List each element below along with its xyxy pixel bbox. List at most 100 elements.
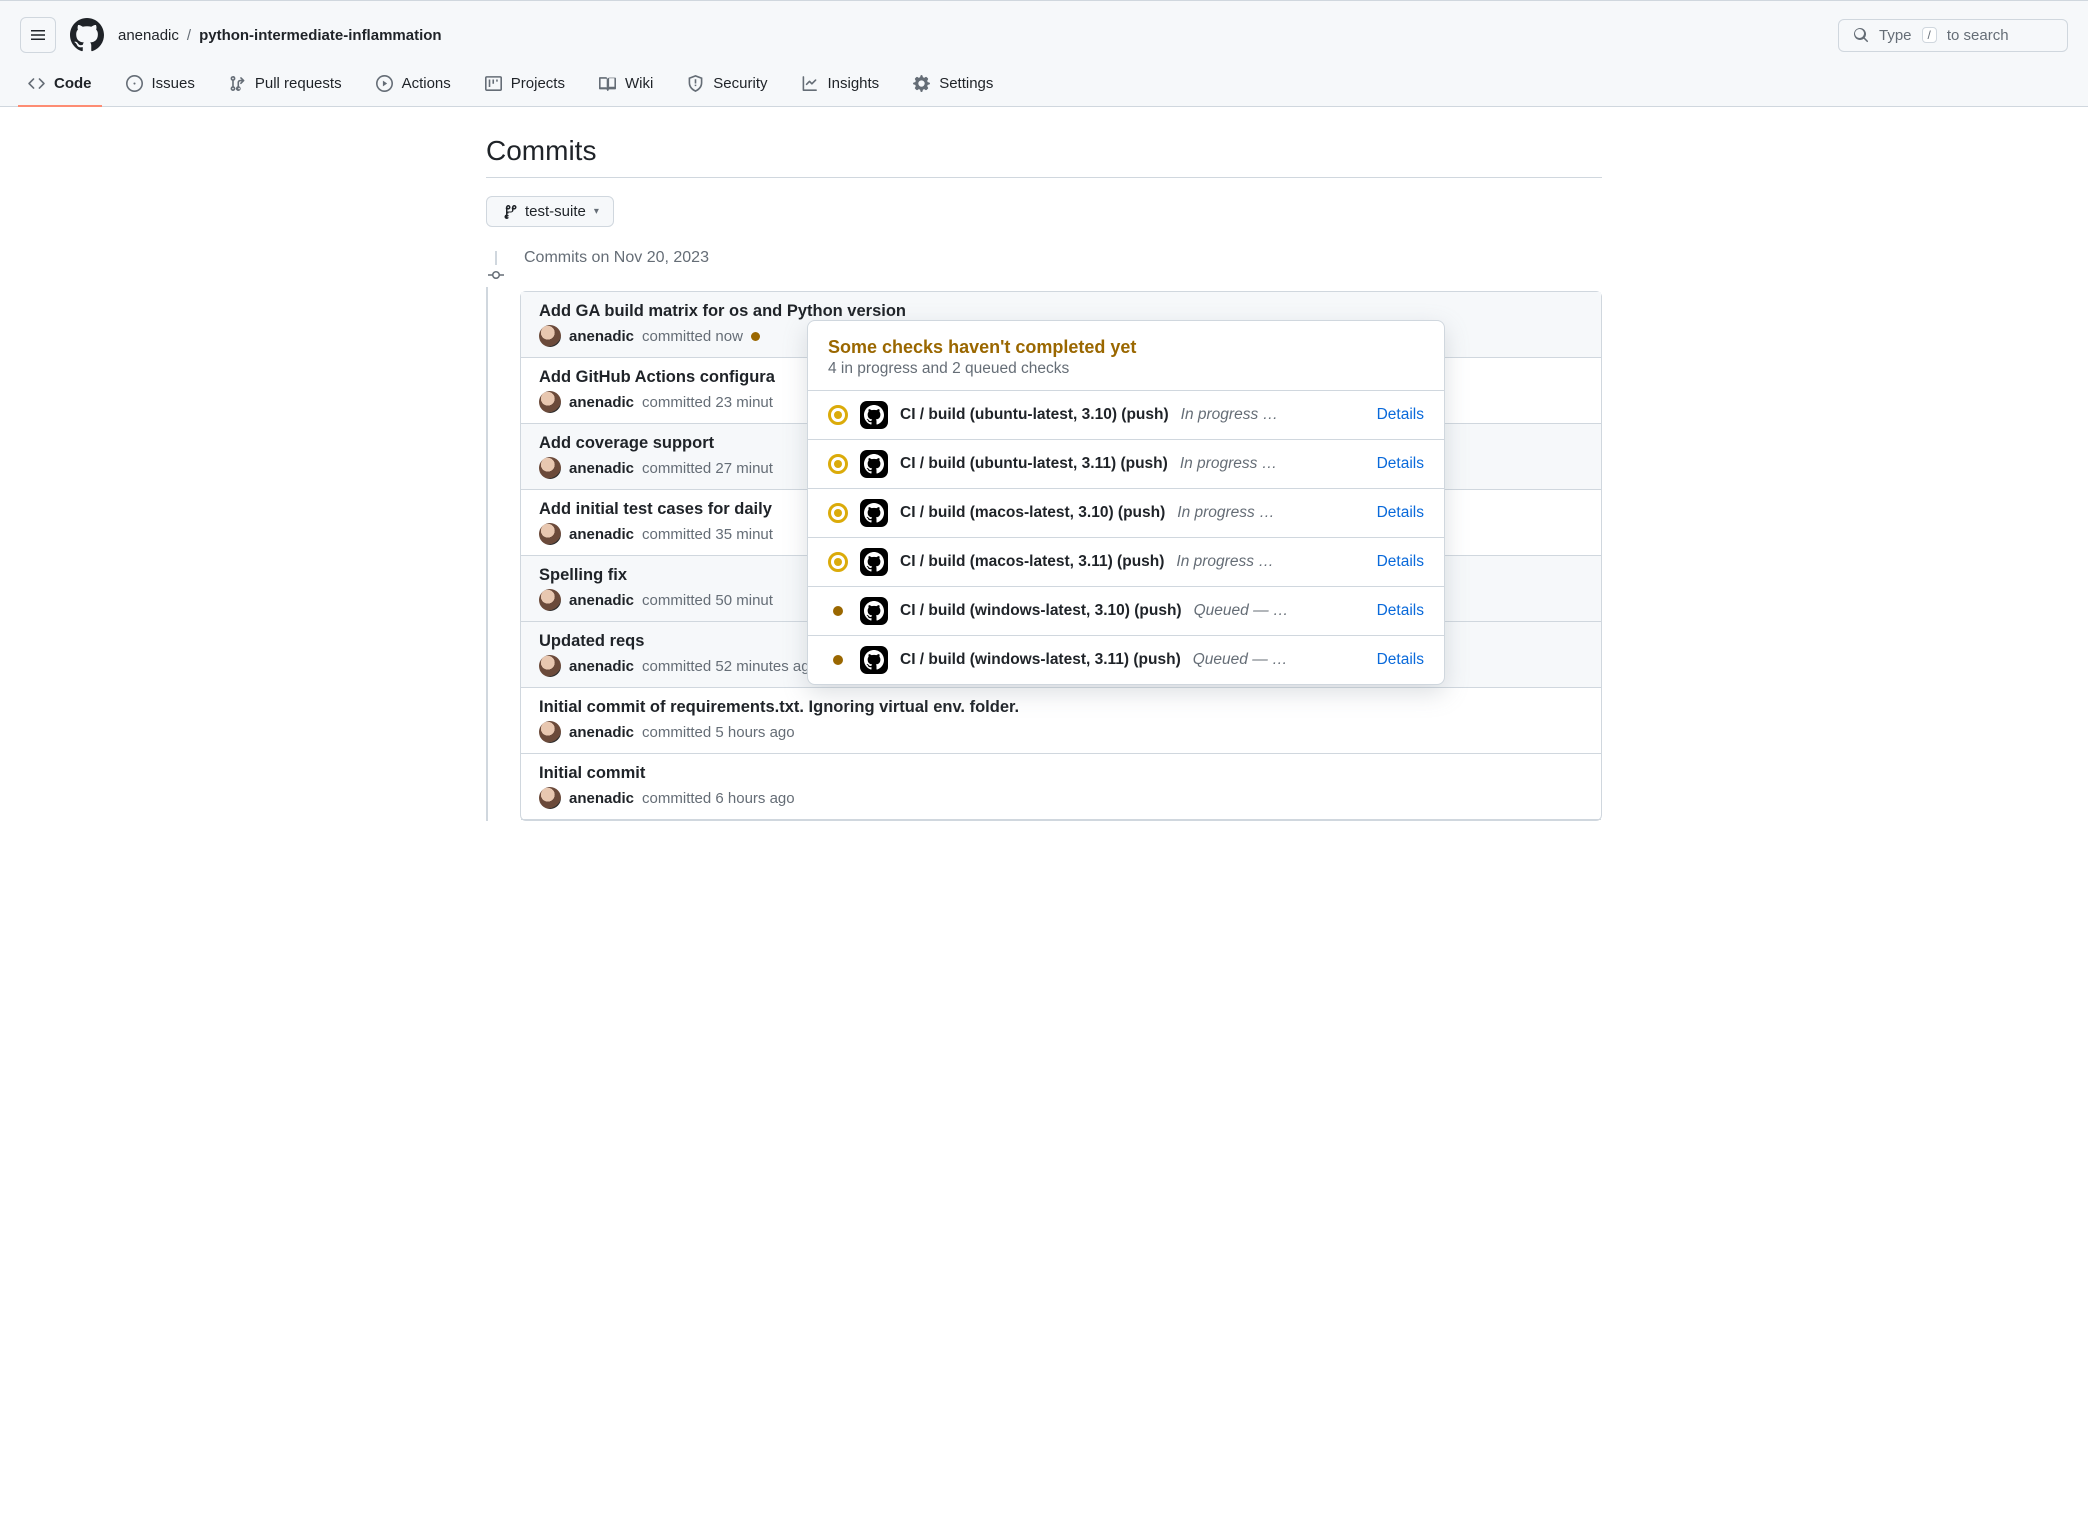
- check-status-text: Queued — …: [1194, 602, 1365, 620]
- check-details-link[interactable]: Details: [1377, 553, 1424, 571]
- check-row: CI / build (macos-latest, 3.11) (push) In…: [808, 537, 1444, 586]
- check-status-text: In progress …: [1176, 553, 1364, 571]
- tab-issues[interactable]: Issues: [112, 65, 209, 106]
- actions-icon: [376, 75, 393, 92]
- tab-insights[interactable]: Insights: [787, 65, 893, 106]
- tab-projects[interactable]: Projects: [471, 65, 579, 106]
- check-status-text: In progress …: [1177, 504, 1364, 522]
- check-name[interactable]: CI / build (macos-latest, 3.11) (push): [900, 553, 1164, 571]
- check-name[interactable]: CI / build (ubuntu-latest, 3.10) (push): [900, 406, 1169, 424]
- github-actions-icon: [860, 401, 888, 429]
- commit-author[interactable]: anenadic: [569, 724, 634, 741]
- shield-icon: [687, 75, 704, 92]
- github-logo-icon[interactable]: [70, 18, 104, 52]
- search-input[interactable]: Type / to search: [1838, 19, 2068, 52]
- commit-item[interactable]: Initial commit anenadic committed 6 hours …: [521, 754, 1601, 820]
- branch-selector[interactable]: test-suite ▾: [486, 196, 614, 227]
- spinner-icon: [828, 405, 848, 425]
- search-icon: [1853, 27, 1869, 43]
- avatar[interactable]: [539, 787, 561, 809]
- commit-author[interactable]: anenadic: [569, 658, 634, 675]
- spinner-icon: [828, 552, 848, 572]
- check-details-link[interactable]: Details: [1377, 602, 1424, 620]
- breadcrumb-separator: /: [187, 27, 191, 44]
- commit-title[interactable]: Initial commit: [539, 764, 1583, 783]
- chevron-down-icon: ▾: [594, 206, 599, 217]
- check-details-link[interactable]: Details: [1377, 455, 1424, 473]
- commit-item[interactable]: Initial commit of requirements.txt. Igno…: [521, 688, 1601, 754]
- avatar[interactable]: [539, 655, 561, 677]
- check-status-text: In progress …: [1181, 406, 1365, 424]
- avatar[interactable]: [539, 589, 561, 611]
- commit-time: committed 5 hours ago: [642, 724, 795, 741]
- avatar[interactable]: [539, 523, 561, 545]
- avatar[interactable]: [539, 391, 561, 413]
- github-actions-icon: [860, 646, 888, 674]
- commit-time: committed 50 minut: [642, 592, 773, 609]
- check-row: CI / build (macos-latest, 3.10) (push) In…: [808, 488, 1444, 537]
- code-icon: [28, 75, 45, 92]
- queued-dot-icon: [833, 606, 843, 616]
- check-details-link[interactable]: Details: [1377, 504, 1424, 522]
- breadcrumb: anenadic / python-intermediate-inflammat…: [118, 27, 442, 44]
- commit-time: committed 23 minut: [642, 394, 773, 411]
- menu-button[interactable]: [20, 17, 56, 53]
- timeline-commit-icon: [488, 267, 504, 283]
- popover-title: Some checks haven't completed yet: [828, 337, 1424, 358]
- avatar[interactable]: [539, 721, 561, 743]
- avatar[interactable]: [539, 457, 561, 479]
- branch-icon: [501, 204, 517, 220]
- commit-time: committed now: [642, 328, 743, 345]
- popover-subtitle: 4 in progress and 2 queued checks: [828, 360, 1424, 378]
- check-status-text: Queued — …: [1193, 651, 1365, 669]
- commit-meta: anenadic committed 5 hours ago: [539, 721, 1583, 743]
- commit-time: committed 52 minutes ago: [642, 658, 818, 675]
- pull-request-icon: [229, 75, 246, 92]
- spinner-icon: [828, 503, 848, 523]
- avatar[interactable]: [539, 325, 561, 347]
- commit-time: committed 6 hours ago: [642, 790, 795, 807]
- commit-author[interactable]: anenadic: [569, 526, 634, 543]
- commits-date-heading: Commits on Nov 20, 2023: [524, 249, 709, 267]
- check-name[interactable]: CI / build (macos-latest, 3.10) (push): [900, 504, 1165, 522]
- check-row: CI / build (windows-latest, 3.11) (push)…: [808, 635, 1444, 684]
- commit-list: Add GA build matrix for os and Python ve…: [520, 291, 1602, 821]
- check-details-link[interactable]: Details: [1377, 651, 1424, 669]
- repo-link[interactable]: python-intermediate-inflammation: [199, 27, 442, 44]
- commit-time: committed 27 minut: [642, 460, 773, 477]
- branch-name: test-suite: [525, 203, 586, 220]
- commit-time: committed 35 minut: [642, 526, 773, 543]
- commit-author[interactable]: anenadic: [569, 592, 634, 609]
- ci-status-icon[interactable]: [751, 332, 760, 341]
- spinner-icon: [828, 454, 848, 474]
- commit-title[interactable]: Initial commit of requirements.txt. Igno…: [539, 698, 1583, 717]
- tab-code[interactable]: Code: [14, 65, 106, 106]
- tab-pull-requests[interactable]: Pull requests: [215, 65, 356, 106]
- check-row: CI / build (ubuntu-latest, 3.10) (push) I…: [808, 390, 1444, 439]
- commit-author[interactable]: anenadic: [569, 394, 634, 411]
- search-label: Type: [1879, 27, 1912, 44]
- commit-title[interactable]: Add GA build matrix for os and Python ve…: [539, 302, 1583, 321]
- hamburger-icon: [30, 27, 46, 43]
- check-status-text: In progress …: [1180, 455, 1365, 473]
- check-name[interactable]: CI / build (windows-latest, 3.10) (push): [900, 602, 1182, 620]
- projects-icon: [485, 75, 502, 92]
- check-name[interactable]: CI / build (windows-latest, 3.11) (push): [900, 651, 1181, 669]
- check-name[interactable]: CI / build (ubuntu-latest, 3.11) (push): [900, 455, 1168, 473]
- queued-dot-icon: [833, 655, 843, 665]
- tab-security[interactable]: Security: [673, 65, 781, 106]
- github-actions-icon: [860, 450, 888, 478]
- owner-link[interactable]: anenadic: [118, 27, 179, 44]
- tab-settings[interactable]: Settings: [899, 65, 1007, 106]
- tab-wiki[interactable]: Wiki: [585, 65, 667, 106]
- commit-author[interactable]: anenadic: [569, 328, 634, 345]
- check-row: CI / build (windows-latest, 3.10) (push)…: [808, 586, 1444, 635]
- search-after: to search: [1947, 27, 2009, 44]
- commit-author[interactable]: anenadic: [569, 790, 634, 807]
- github-actions-icon: [860, 499, 888, 527]
- github-actions-icon: [860, 548, 888, 576]
- check-details-link[interactable]: Details: [1377, 406, 1424, 424]
- commit-author[interactable]: anenadic: [569, 460, 634, 477]
- tab-actions[interactable]: Actions: [362, 65, 465, 106]
- checks-popover: Some checks haven't completed yet 4 in p…: [807, 320, 1445, 685]
